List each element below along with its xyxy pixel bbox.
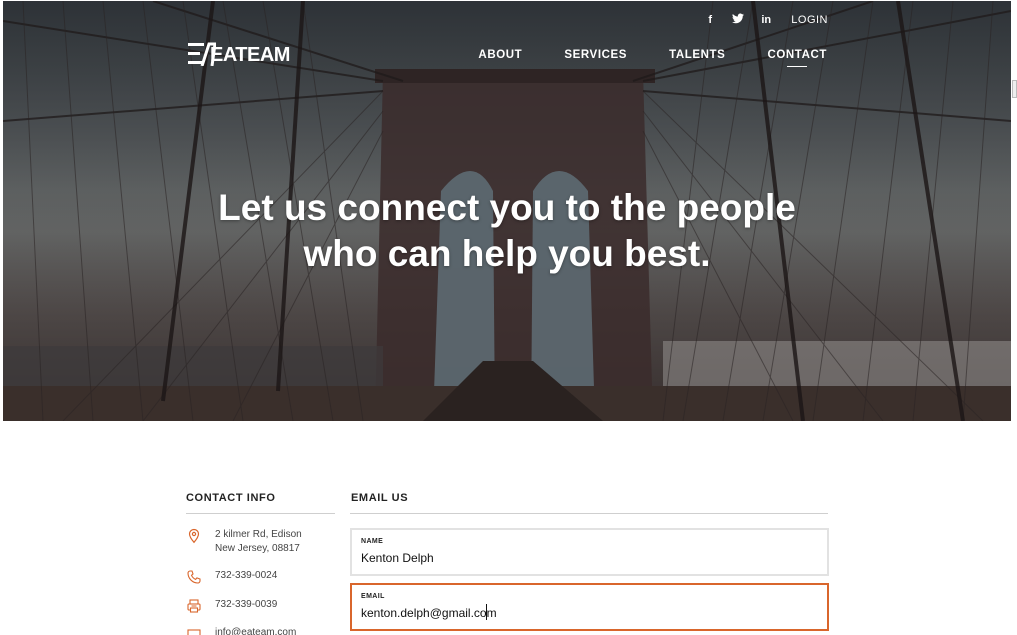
fax-icon xyxy=(187,599,201,613)
contact-info-divider xyxy=(186,513,335,514)
logo-mark-icon xyxy=(188,42,216,68)
nav-about[interactable]: ABOUT xyxy=(478,49,522,61)
login-link[interactable]: LOGIN xyxy=(791,14,828,26)
contact-info-title: CONTACT INFO xyxy=(186,492,276,504)
hero-banner: f in LOGIN EATEAM ABOUT SERVICES TALENTS… xyxy=(3,1,1011,421)
fax-item: 732-339-0039 xyxy=(186,598,277,614)
text-caret xyxy=(486,604,487,620)
linkedin-icon[interactable]: in xyxy=(759,13,773,27)
fax-text: 732-339-0039 xyxy=(215,599,278,610)
hero-headline-line1: Let us connect you to the people xyxy=(218,187,796,228)
twitter-icon[interactable] xyxy=(731,13,745,27)
nav-talents[interactable]: TALENTS xyxy=(669,49,725,61)
hero-headline-line2: who can help you best. xyxy=(303,233,711,274)
address-item: 2 kilmer Rd, Edison New Jersey, 08817 xyxy=(186,528,302,556)
email-input[interactable] xyxy=(361,606,801,620)
email-field-label: EMAIL xyxy=(361,593,385,600)
logo-text: EATEAM xyxy=(210,43,290,66)
email-info-text[interactable]: info@eateam.com xyxy=(215,626,296,635)
phone-icon xyxy=(187,570,201,584)
address-text: 2 kilmer Rd, Edison New Jersey, 08817 xyxy=(215,528,302,556)
mail-icon xyxy=(187,629,201,635)
name-field-label: NAME xyxy=(361,538,384,545)
location-pin-icon xyxy=(188,528,200,544)
phone-text[interactable]: 732-339-0024 xyxy=(215,569,277,583)
top-utility-bar: f in LOGIN xyxy=(703,13,828,27)
name-field[interactable]: NAME xyxy=(350,528,829,576)
email-field[interactable]: EMAIL xyxy=(350,583,829,631)
name-input[interactable] xyxy=(361,551,801,565)
nav-contact[interactable]: CONTACT xyxy=(767,49,827,67)
logo[interactable]: EATEAM xyxy=(188,42,290,68)
address-line1: 2 kilmer Rd, Edison xyxy=(215,529,302,540)
hero-headline: Let us connect you to the people who can… xyxy=(3,185,1011,277)
nav-services[interactable]: SERVICES xyxy=(564,49,627,61)
email-info-item: info@eateam.com xyxy=(186,626,296,635)
email-us-divider xyxy=(350,513,828,514)
scrollbar-thumb[interactable] xyxy=(1012,80,1017,98)
phone-item: 732-339-0024 xyxy=(186,569,277,585)
main-nav: ABOUT SERVICES TALENTS CONTACT xyxy=(478,49,827,67)
facebook-icon[interactable]: f xyxy=(703,13,717,27)
address-line2: New Jersey, 08817 xyxy=(215,543,300,554)
email-us-title: EMAIL US xyxy=(351,492,409,504)
